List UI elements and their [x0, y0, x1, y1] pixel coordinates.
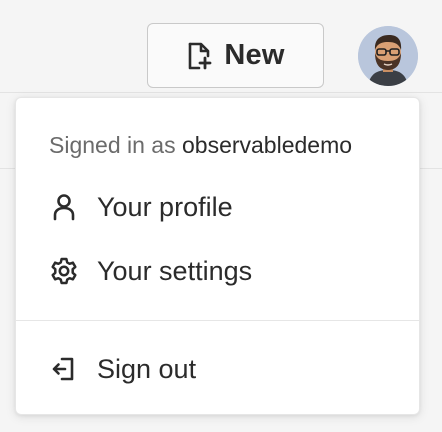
- gear-icon: [49, 256, 79, 286]
- signed-in-username: observabledemo: [181, 132, 353, 158]
- person-icon: [49, 192, 79, 222]
- menu-item-your-profile[interactable]: Your profile: [16, 179, 421, 235]
- signed-in-prefix: Signed in as: [49, 132, 176, 158]
- background-divider: [0, 92, 442, 93]
- menu-item-label: Your settings: [97, 255, 253, 286]
- user-avatar-icon: [358, 26, 418, 86]
- menu-item-label: Your profile: [97, 191, 233, 222]
- app-page: New Signed in as observabledemo Your pro…: [0, 0, 442, 432]
- sign-out-icon: [49, 354, 79, 384]
- menu-divider: [16, 320, 419, 321]
- new-button[interactable]: New: [147, 23, 324, 88]
- menu-item-label: Sign out: [97, 353, 197, 384]
- new-button-label: New: [224, 39, 285, 71]
- new-document-icon: [186, 41, 212, 71]
- user-dropdown-menu: Signed in as observabledemo Your profile: [15, 97, 420, 415]
- menu-item-your-settings[interactable]: Your settings: [16, 243, 421, 299]
- signed-in-text: Signed in as observabledemo: [49, 132, 352, 159]
- avatar[interactable]: [358, 26, 418, 86]
- menu-item-sign-out[interactable]: Sign out: [16, 341, 421, 397]
